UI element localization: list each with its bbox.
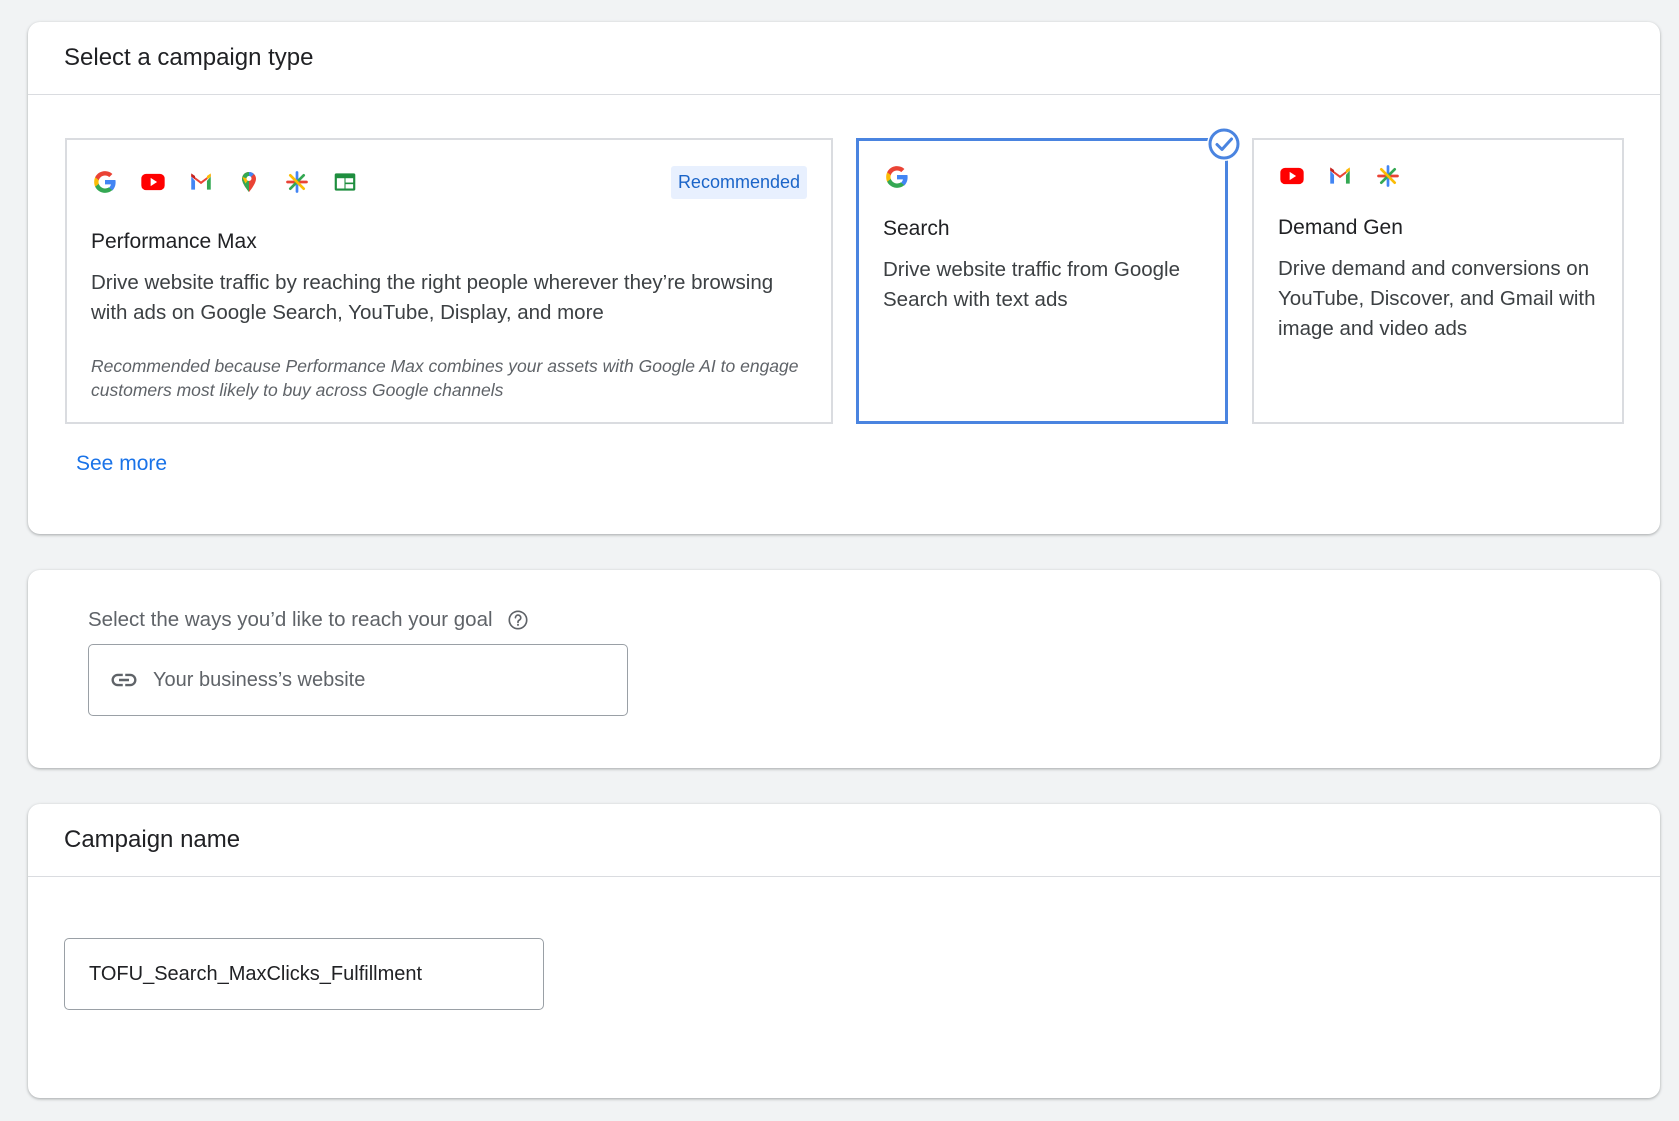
display-icon	[331, 168, 359, 196]
goal-label: Select the ways you’d like to reach your…	[88, 608, 493, 631]
discover-icon	[1374, 162, 1402, 190]
campaign-name-field[interactable]	[64, 938, 544, 1010]
pmax-title: Performance Max	[91, 230, 257, 253]
campaign-name-card: Campaign name	[28, 804, 1660, 1098]
gmail-icon	[187, 168, 215, 196]
gmail-icon	[1326, 162, 1354, 190]
search-icons	[883, 163, 911, 191]
search-description: Drive website traffic from Google Search…	[883, 258, 1180, 311]
google-icon	[883, 163, 911, 191]
website-field[interactable]	[88, 644, 628, 716]
demand-gen-description: Drive demand and conversions on YouTube,…	[1278, 257, 1596, 340]
campaign-name-title: Campaign name	[28, 804, 1660, 877]
search-title: Search	[883, 217, 950, 240]
campaign-option-performance-max[interactable]: Recommended Performance Max Drive websit…	[65, 138, 833, 424]
maps-icon	[235, 168, 263, 196]
goal-card: Select the ways you’d like to reach your…	[28, 570, 1660, 768]
campaign-option-search[interactable]: Search Drive website traffic from Google…	[856, 127, 1241, 424]
recommended-badge: Recommended	[670, 166, 807, 199]
link-icon	[109, 665, 139, 695]
demand-gen-icons	[1278, 162, 1402, 190]
help-circle-icon[interactable]	[507, 609, 529, 631]
selected-check-icon	[1207, 127, 1241, 161]
pmax-icons	[91, 168, 359, 196]
demand-gen-title: Demand Gen	[1278, 216, 1403, 239]
website-input[interactable]	[151, 667, 595, 693]
goal-label-row: Select the ways you’d like to reach your…	[88, 608, 529, 632]
youtube-icon	[139, 168, 167, 196]
campaign-type-title: Select a campaign type	[28, 22, 1660, 95]
pmax-recommendation-note: Recommended because Performance Max comb…	[91, 356, 799, 400]
campaign-option-demand-gen[interactable]: Demand Gen Drive demand and conversions …	[1252, 138, 1624, 424]
google-icon	[91, 168, 119, 196]
campaign-type-card: Select a campaign type Recommended Perfo…	[28, 22, 1660, 534]
discover-icon	[283, 168, 311, 196]
see-more-link[interactable]: See more	[76, 452, 167, 476]
pmax-description: Drive website traffic by reaching the ri…	[91, 271, 774, 324]
campaign-name-input[interactable]	[87, 961, 531, 987]
youtube-icon	[1278, 162, 1306, 190]
